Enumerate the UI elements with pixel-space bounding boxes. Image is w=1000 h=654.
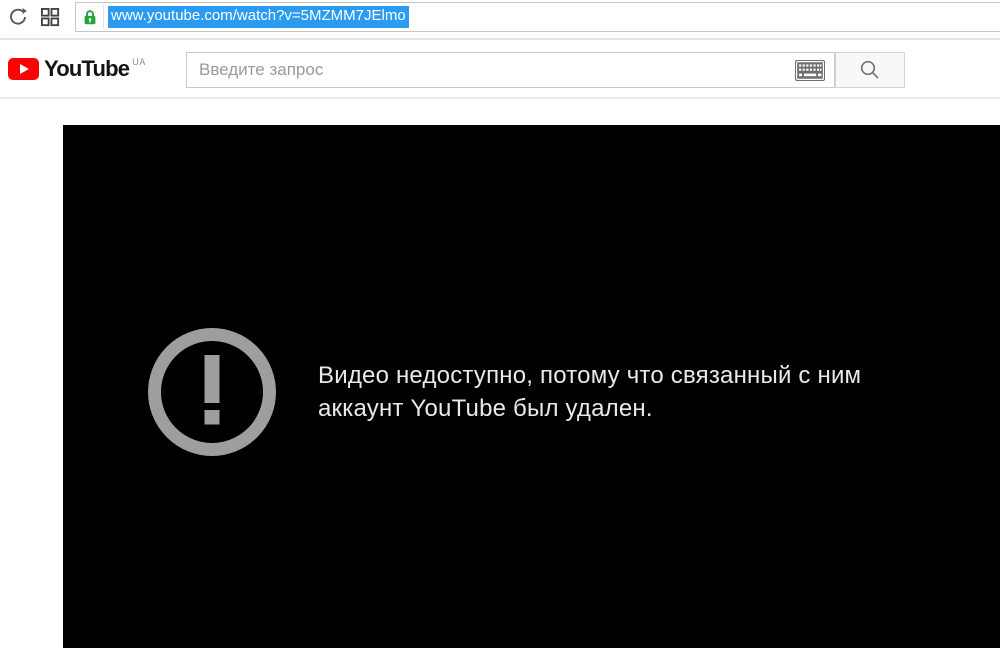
- keyboard-icon: [795, 59, 825, 81]
- error-text-line1: Видео недоступно, потому что связанный с…: [318, 362, 862, 389]
- error-text: Видео недоступно, потому что связанный с…: [318, 359, 861, 425]
- grid-2x2-icon: [41, 8, 60, 27]
- search-bar: [186, 52, 905, 88]
- youtube-region-label: UA: [132, 57, 146, 67]
- youtube-logo[interactable]: YouTube UA: [8, 56, 146, 81]
- browser-window: www.youtube.com/watch?v=5MZMM7JElmo YouT…: [0, 0, 1000, 654]
- url-selected-text[interactable]: www.youtube.com/watch?v=5MZMM7JElmo: [108, 6, 409, 28]
- virtual-keyboard-button[interactable]: [793, 59, 827, 81]
- magnifier-icon: [860, 60, 879, 79]
- video-error-message: Видео недоступно, потому что связанный с…: [147, 327, 861, 457]
- secure-padlock-icon: [84, 9, 95, 24]
- youtube-header: YouTube UA: [0, 42, 1000, 99]
- youtube-play-badge-icon: [8, 58, 39, 80]
- exclamation-circle-icon: [148, 328, 276, 456]
- speed-dial-button[interactable]: [37, 4, 63, 30]
- security-badge[interactable]: [76, 5, 104, 29]
- search-input[interactable]: [186, 52, 835, 88]
- youtube-logo-text: YouTube: [44, 56, 130, 81]
- address-bar[interactable]: www.youtube.com/watch?v=5MZMM7JElmo: [75, 2, 1000, 32]
- play-triangle-icon: [20, 64, 29, 74]
- search-button[interactable]: [835, 52, 905, 88]
- reload-button[interactable]: [5, 4, 31, 30]
- reload-icon: [10, 8, 27, 25]
- error-text-line2: аккаунт YouTube был удален.: [318, 395, 653, 422]
- video-player[interactable]: Видео недоступно, потому что связанный с…: [63, 125, 1000, 648]
- browser-toolbar: www.youtube.com/watch?v=5MZMM7JElmo: [0, 0, 1000, 40]
